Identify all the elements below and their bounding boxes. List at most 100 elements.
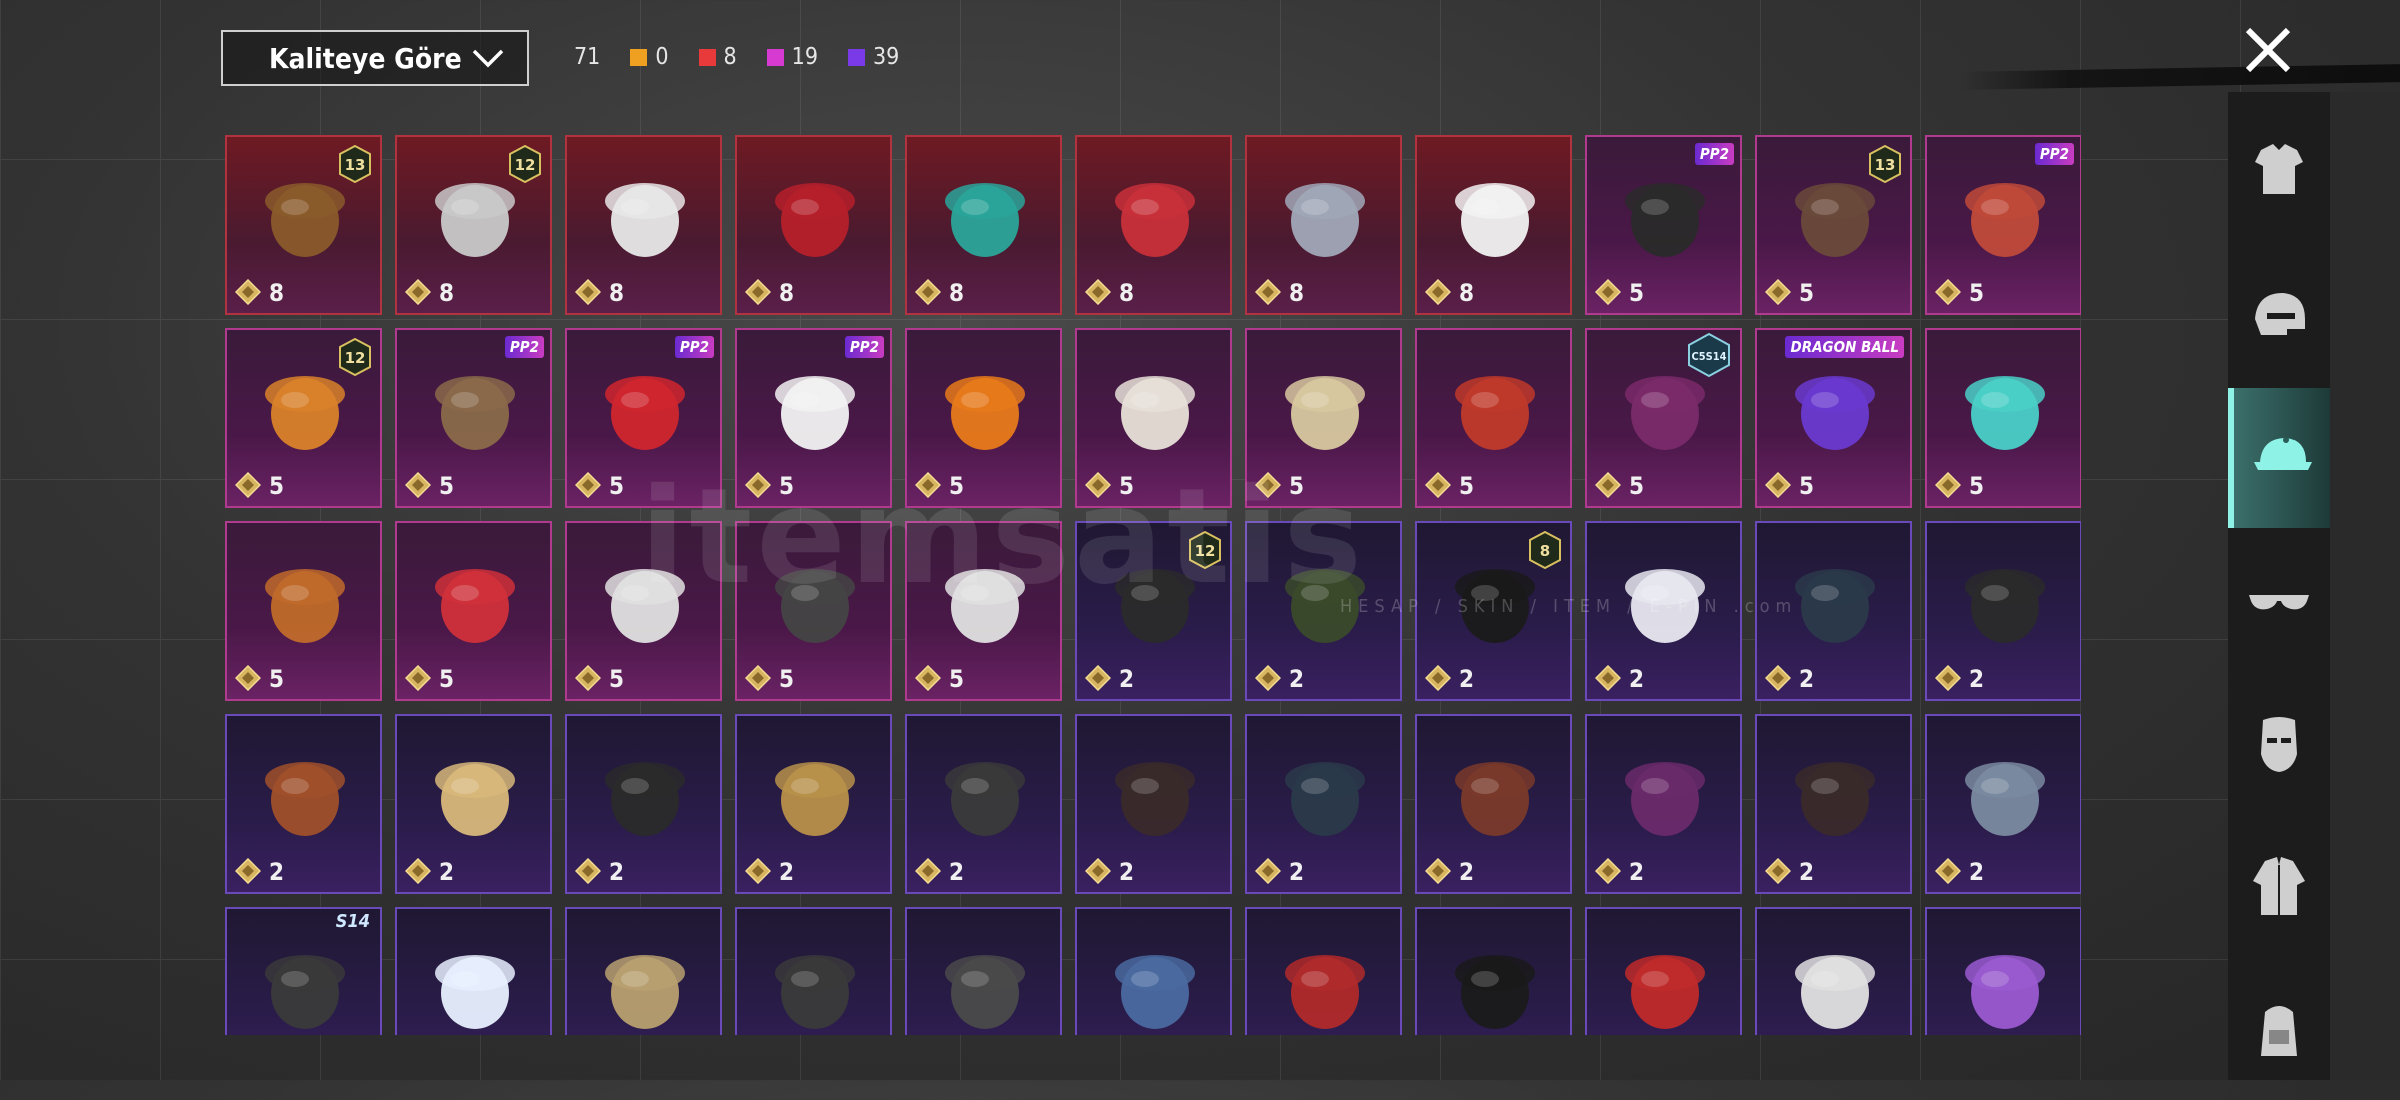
item-tile[interactable]: 5 — [1075, 328, 1232, 508]
item-tile[interactable]: 8 — [1075, 135, 1232, 315]
lion-dance-icon — [1115, 376, 1195, 450]
season-hex-badge: C5S14 — [1688, 332, 1730, 378]
upgrade-diamond-icon — [1255, 279, 1281, 305]
item-tile[interactable]: 5 13 — [1755, 135, 1912, 315]
flower-crown-icon — [1965, 955, 2045, 1029]
long-blonde-icon — [775, 762, 855, 836]
item-tile[interactable]: 5 — [1245, 328, 1402, 508]
svg-text:8: 8 — [1540, 542, 1550, 560]
item-tile[interactable] — [1245, 907, 1402, 1035]
item-tile[interactable]: 8 13 — [225, 135, 382, 315]
item-tile[interactable]: 2 — [735, 714, 892, 894]
item-tile[interactable] — [735, 907, 892, 1035]
collab-tag-badge: PP2 — [1694, 143, 1734, 165]
item-price: 5 — [779, 665, 795, 693]
item-price: 5 — [1459, 472, 1475, 500]
item-price: 5 — [269, 472, 285, 500]
item-tile[interactable]: 5 — [905, 521, 1062, 701]
item-tile[interactable]: 8 — [735, 135, 892, 315]
item-tile[interactable]: 5 PP2 — [1585, 135, 1742, 315]
item-tile[interactable]: 2 — [1755, 714, 1912, 894]
item-tile[interactable]: 2 — [1925, 714, 2081, 894]
item-tile[interactable]: 8 12 — [395, 135, 552, 315]
item-tile[interactable]: 2 — [225, 714, 382, 894]
item-tile[interactable]: 5 — [565, 521, 722, 701]
item-tile[interactable]: 5 — [735, 521, 892, 701]
item-tile[interactable]: 2 — [905, 714, 1062, 894]
item-tile[interactable] — [565, 907, 722, 1035]
category-tab-jacket[interactable] — [2228, 817, 2330, 957]
item-tile[interactable] — [905, 907, 1062, 1035]
item-tile[interactable]: 5 — [1415, 328, 1572, 508]
upgrade-diamond-icon — [1935, 279, 1961, 305]
item-price: 5 — [1969, 472, 1985, 500]
item-tile[interactable]: 8 — [565, 135, 722, 315]
category-tab-mask[interactable] — [2228, 674, 2330, 814]
item-price: 8 — [1289, 279, 1305, 307]
item-tile[interactable] — [395, 907, 552, 1035]
item-tile[interactable]: 2 — [1755, 521, 1912, 701]
count-pink: 19 — [766, 44, 818, 70]
knight-helm-icon — [1285, 183, 1365, 257]
upgrade-diamond-icon — [575, 472, 601, 498]
item-tile[interactable]: 5 PP2 — [565, 328, 722, 508]
item-tile[interactable]: 5 C5S14 — [1585, 328, 1742, 508]
item-tile[interactable] — [1075, 907, 1232, 1035]
auburn-hair-icon — [1455, 762, 1535, 836]
item-tile[interactable]: 5 — [395, 521, 552, 701]
upgrade-diamond-icon — [235, 858, 261, 884]
item-price: 5 — [269, 665, 285, 693]
item-tile[interactable] — [1755, 907, 1912, 1035]
item-tile[interactable]: 2 — [1585, 521, 1742, 701]
category-tab-outfit[interactable] — [2228, 102, 2330, 242]
sort-dropdown[interactable]: Kaliteye Göre — [221, 30, 529, 86]
item-price: 5 — [1289, 472, 1305, 500]
item-tile[interactable]: 2 — [1925, 521, 2081, 701]
upgrade-diamond-icon — [1425, 665, 1451, 691]
item-price: 8 — [1119, 279, 1135, 307]
item-tile[interactable] — [1925, 907, 2081, 1035]
item-tile[interactable]: 2 — [1585, 714, 1742, 894]
item-tile[interactable]: 8 — [905, 135, 1062, 315]
count-red: 8 — [698, 44, 737, 70]
total-count: 71 — [574, 44, 601, 70]
item-price: 2 — [1459, 858, 1475, 886]
item-price: 5 — [779, 472, 795, 500]
category-tab-hat[interactable] — [2228, 388, 2330, 528]
item-tile[interactable]: 5 PP2 — [735, 328, 892, 508]
item-tile[interactable]: 5 DRAGON BALL — [1755, 328, 1912, 508]
item-tile[interactable]: 2 — [1245, 521, 1402, 701]
category-tab-backpack[interactable] — [2228, 960, 2330, 1100]
item-price: 8 — [1459, 279, 1475, 307]
upgrade-diamond-icon — [745, 665, 771, 691]
item-tile[interactable]: 2 — [1075, 714, 1232, 894]
item-price: 8 — [609, 279, 625, 307]
item-tile[interactable]: 5 PP2 — [1925, 135, 2081, 315]
red-wig-icon — [435, 569, 515, 643]
item-tile[interactable]: 5 — [225, 521, 382, 701]
item-tile[interactable]: 5 12 — [225, 328, 382, 508]
item-tile[interactable] — [1415, 907, 1572, 1035]
item-tile[interactable]: 5 PP2 — [395, 328, 552, 508]
count-value: 19 — [791, 44, 818, 70]
item-tile[interactable]: 2 — [565, 714, 722, 894]
pith-helmet-icon — [435, 762, 515, 836]
item-tile[interactable]: 2 — [1415, 714, 1572, 894]
chevron-down-icon — [472, 49, 504, 68]
helmet-icon — [2255, 293, 2305, 335]
item-tile[interactable]: 5 — [1925, 328, 2081, 508]
item-tile[interactable]: 2 — [395, 714, 552, 894]
red-hair-icon — [605, 376, 685, 450]
item-tile[interactable]: 2 — [1245, 714, 1402, 894]
item-tile[interactable]: 28 — [1415, 521, 1572, 701]
jacket-icon — [2253, 857, 2305, 915]
item-tile[interactable]: 5 — [905, 328, 1062, 508]
category-tab-glasses[interactable] — [2228, 531, 2330, 671]
item-tile[interactable] — [1585, 907, 1742, 1035]
item-tile[interactable]: S14 — [225, 907, 382, 1035]
item-tile[interactable]: 2 12 — [1075, 521, 1232, 701]
close-button[interactable] — [2238, 20, 2298, 80]
category-tab-helmet[interactable] — [2228, 245, 2330, 385]
item-tile[interactable]: 8 — [1415, 135, 1572, 315]
item-tile[interactable]: 8 — [1245, 135, 1402, 315]
